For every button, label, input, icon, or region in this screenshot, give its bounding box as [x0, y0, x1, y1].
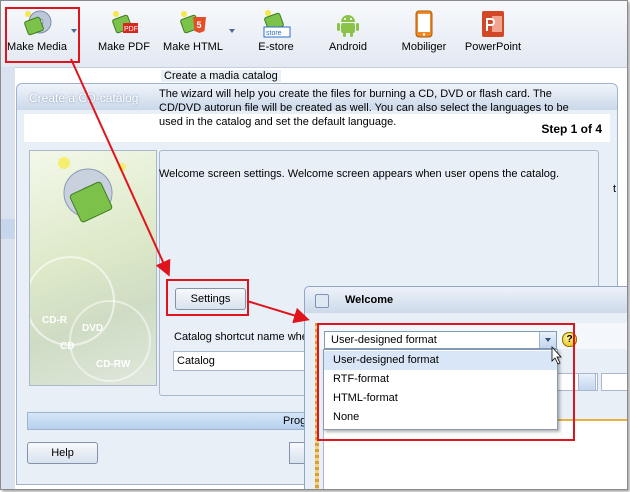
mouse-cursor-icon	[551, 345, 562, 365]
arrow-to-settings	[70, 58, 171, 277]
screenshot-frame: Make Media PDF Make PDF 5 Make HTML stor…	[0, 0, 628, 490]
arrow-to-format-list	[246, 300, 310, 324]
annotation-arrows	[70, 58, 562, 365]
